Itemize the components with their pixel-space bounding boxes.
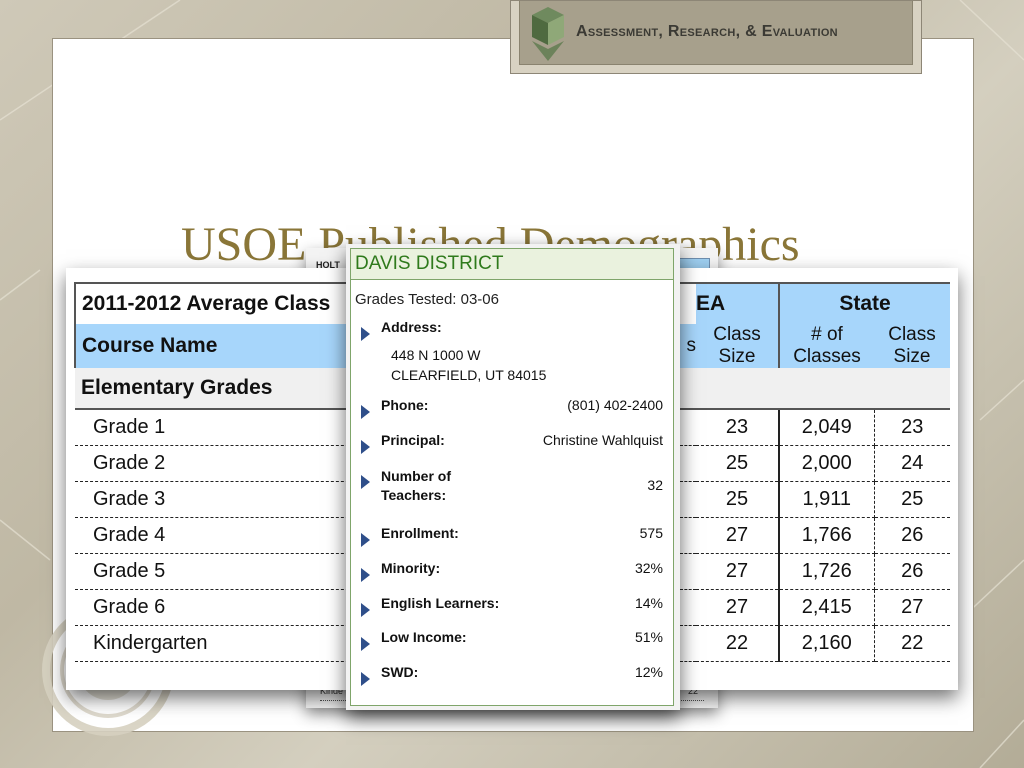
address-line-2: CLEARFIELD, UT 84015: [391, 367, 547, 383]
district-title: DAVIS DISTRICT: [351, 249, 673, 280]
expand-arrow-icon[interactable]: [361, 405, 370, 419]
state-size-cell: 23: [874, 409, 950, 446]
state-classes-cell: 1,766: [779, 517, 875, 554]
phone-value: (801) 402-2400: [567, 397, 663, 413]
minority-label: Minority:: [381, 560, 441, 576]
rea-size-cell: 27: [696, 589, 780, 626]
principal-label: Principal:: [381, 432, 445, 448]
cube-logo-icon: [532, 7, 564, 61]
state-classes-cell: 2,049: [779, 409, 875, 446]
expand-arrow-icon[interactable]: [361, 603, 370, 617]
state-column-header: State: [779, 282, 950, 324]
low-income-value: 51%: [634, 629, 663, 645]
state-classes-cell: 2,415: [779, 589, 875, 626]
state-num-classes-header: # of Classes: [779, 324, 874, 368]
swd-field[interactable]: SWD: 12%: [361, 664, 663, 688]
rea-class-size-header: Class Size: [696, 324, 780, 368]
teachers-label: Number of Teachers:: [381, 467, 451, 505]
principal-field[interactable]: Principal: Christine Wahlquist: [361, 432, 663, 456]
principal-value: Christine Wahlquist: [542, 432, 663, 448]
expand-arrow-icon[interactable]: [361, 533, 370, 547]
teachers-value: 32: [647, 477, 663, 493]
english-learners-field[interactable]: English Learners: 14%: [361, 595, 663, 619]
state-classes-cell: 1,726: [779, 553, 875, 590]
rea-size-cell: 25: [696, 445, 780, 482]
phone-label: Phone:: [381, 397, 429, 413]
state-class-size-header: Class Size: [874, 324, 950, 368]
address-value: 448 N 1000 W CLEARFIELD, UT 84015: [391, 345, 546, 385]
rea-size-cell: 25: [696, 481, 780, 518]
minority-value: 32%: [634, 560, 663, 576]
address-field[interactable]: Address: 448 N 1000 W CLEARFIELD, UT 840…: [361, 319, 663, 389]
expand-arrow-icon[interactable]: [361, 568, 370, 582]
low-income-field[interactable]: Low Income: 51%: [361, 629, 663, 653]
expand-arrow-icon[interactable]: [361, 475, 370, 489]
grades-tested: Grades Tested: 03-06: [355, 291, 499, 308]
rea-size-cell: 23: [696, 409, 780, 446]
expand-arrow-icon[interactable]: [361, 440, 370, 454]
expand-arrow-icon[interactable]: [361, 637, 370, 651]
rea-column-header: EA: [696, 282, 780, 324]
header-inner: Assessment, Research, & Evaluation: [519, 1, 913, 65]
header-title: Assessment, Research, & Evaluation: [576, 23, 838, 40]
low-income-label: Low Income:: [381, 629, 467, 645]
district-info-panel: DAVIS DISTRICT Grades Tested: 03-06 Addr…: [350, 248, 674, 706]
minority-field[interactable]: Minority: 32%: [361, 560, 663, 584]
phone-field[interactable]: Phone: (801) 402-2400: [361, 397, 663, 421]
expand-arrow-icon[interactable]: [361, 327, 370, 341]
rea-size-cell: 27: [696, 517, 780, 554]
expand-arrow-icon[interactable]: [361, 672, 370, 686]
teachers-label-line-1: Number of: [381, 468, 451, 484]
address-line-1: 448 N 1000 W: [391, 347, 481, 363]
hidden-col-fragment: s: [680, 324, 696, 368]
enrollment-value: 575: [639, 525, 663, 541]
state-size-cell: 26: [874, 553, 950, 590]
teachers-field[interactable]: Number of Teachers: 32: [361, 467, 663, 507]
enrollment-field[interactable]: Enrollment: 575: [361, 525, 663, 549]
address-label: Address:: [381, 319, 442, 335]
enrollment-label: Enrollment:: [381, 525, 459, 541]
swd-value: 12%: [634, 664, 663, 680]
header-banner: Assessment, Research, & Evaluation: [510, 0, 922, 74]
state-size-cell: 24: [874, 445, 950, 482]
state-size-cell: 25: [874, 481, 950, 518]
state-classes-cell: 1,911: [779, 481, 875, 518]
state-classes-cell: 2,160: [779, 625, 875, 662]
state-size-cell: 27: [874, 589, 950, 626]
rea-size-cell: 22: [696, 625, 780, 662]
swd-label: SWD:: [381, 664, 419, 680]
state-size-cell: 26: [874, 517, 950, 554]
rea-size-cell: 27: [696, 553, 780, 590]
teachers-label-line-2: Teachers:: [381, 487, 447, 503]
district-info-card: DAVIS DISTRICT Grades Tested: 03-06 Addr…: [346, 244, 680, 710]
english-learners-label: English Learners:: [381, 595, 500, 611]
english-learners-value: 14%: [634, 595, 663, 611]
state-classes-cell: 2,000: [779, 445, 875, 482]
state-size-cell: 22: [874, 625, 950, 662]
